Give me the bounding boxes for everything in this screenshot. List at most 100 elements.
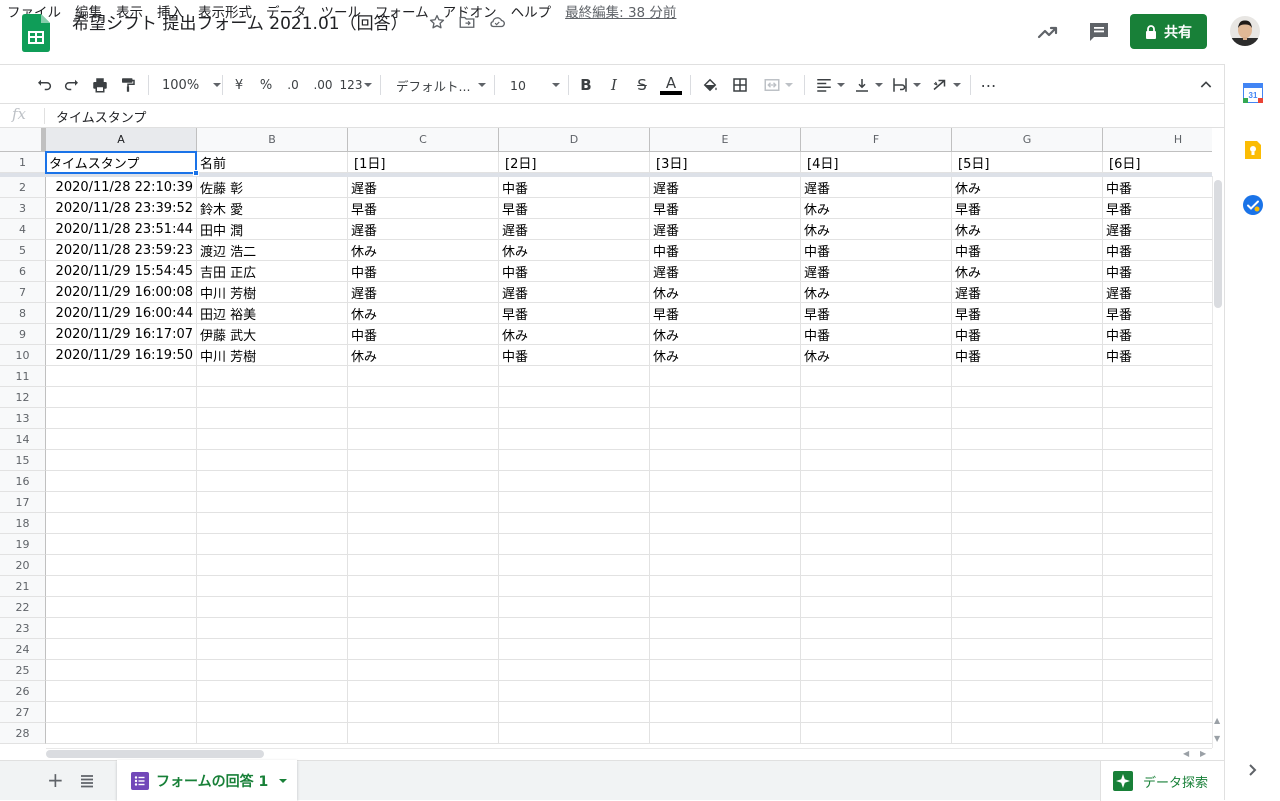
row-header-7[interactable]: 7 — [0, 282, 46, 303]
row-header-23[interactable]: 23 — [0, 618, 46, 639]
cell-e22[interactable] — [650, 597, 801, 618]
cell-e23[interactable] — [650, 618, 801, 639]
cell-a14[interactable] — [46, 429, 197, 450]
column-header-f[interactable]: F — [801, 128, 952, 152]
column-header-h[interactable]: H — [1103, 128, 1212, 152]
add-sheet-button[interactable]: + — [47, 769, 64, 791]
cell-g17[interactable] — [952, 492, 1103, 513]
cell-h13[interactable] — [1103, 408, 1212, 429]
cell-d20[interactable] — [499, 555, 650, 576]
cell-f23[interactable] — [801, 618, 952, 639]
cell-g22[interactable] — [952, 597, 1103, 618]
cell-e24[interactable] — [650, 639, 801, 660]
decrease-decimal-button[interactable]: .0 — [282, 73, 304, 97]
cell-c25[interactable] — [348, 660, 499, 681]
select-all-corner[interactable] — [0, 128, 46, 152]
scroll-down-arrow-icon[interactable]: ▼ — [1214, 734, 1220, 743]
row-header-16[interactable]: 16 — [0, 471, 46, 492]
menu-help[interactable]: ヘルプ — [504, 0, 559, 23]
cell-d10[interactable]: 中番 — [499, 345, 650, 366]
cell-c2[interactable]: 遅番 — [348, 177, 499, 198]
zoom-select[interactable]: 100% — [158, 73, 222, 97]
cell-g11[interactable] — [952, 366, 1103, 387]
cell-g16[interactable] — [952, 471, 1103, 492]
cell-c13[interactable] — [348, 408, 499, 429]
cell-e9[interactable]: 休み — [650, 324, 801, 345]
cell-b18[interactable] — [197, 513, 348, 534]
cell-h9[interactable]: 中番 — [1103, 324, 1212, 345]
row-header-11[interactable]: 11 — [0, 366, 46, 387]
cell-h27[interactable] — [1103, 702, 1212, 723]
cell-e8[interactable]: 早番 — [650, 303, 801, 324]
scroll-right-arrow-icon[interactable]: ▶ — [1200, 749, 1206, 758]
cell-b21[interactable] — [197, 576, 348, 597]
row-header-17[interactable]: 17 — [0, 492, 46, 513]
cell-a21[interactable] — [46, 576, 197, 597]
cell-h19[interactable] — [1103, 534, 1212, 555]
cell-a13[interactable] — [46, 408, 197, 429]
cell-h28[interactable] — [1103, 723, 1212, 744]
cell-b23[interactable] — [197, 618, 348, 639]
cell-a3[interactable]: 2020/11/28 23:39:52 — [46, 198, 197, 219]
cell-e26[interactable] — [650, 681, 801, 702]
cell-b22[interactable] — [197, 597, 348, 618]
cell-a2[interactable]: 2020/11/28 22:10:39 — [46, 177, 197, 198]
cell-b5[interactable]: 渡辺 浩二 — [197, 240, 348, 261]
cell-f5[interactable]: 中番 — [801, 240, 952, 261]
cell-b13[interactable] — [197, 408, 348, 429]
account-avatar[interactable] — [1230, 16, 1260, 46]
cell-c28[interactable] — [348, 723, 499, 744]
text-color-icon[interactable]: A — [660, 73, 682, 97]
cell-c10[interactable]: 休み — [348, 345, 499, 366]
cell-c18[interactable] — [348, 513, 499, 534]
tasks-icon[interactable] — [1243, 195, 1263, 219]
cell-h8[interactable]: 早番 — [1103, 303, 1212, 324]
cell-c11[interactable] — [348, 366, 499, 387]
cell-h2[interactable]: 中番 — [1103, 177, 1212, 198]
cell-f1[interactable]: [4日] — [801, 152, 952, 173]
vertical-align-icon[interactable] — [852, 73, 884, 97]
merge-cells-icon[interactable] — [760, 73, 796, 97]
cell-d6[interactable]: 中番 — [499, 261, 650, 282]
fill-color-icon[interactable] — [700, 73, 720, 97]
row-header-3[interactable]: 3 — [0, 198, 46, 219]
calendar-icon[interactable]: 31 — [1242, 82, 1264, 107]
cell-h24[interactable] — [1103, 639, 1212, 660]
cell-h14[interactable] — [1103, 429, 1212, 450]
bold-icon[interactable]: B — [576, 73, 596, 97]
cell-b12[interactable] — [197, 387, 348, 408]
cell-d13[interactable] — [499, 408, 650, 429]
cell-h1[interactable]: [6日] — [1103, 152, 1212, 173]
cell-a19[interactable] — [46, 534, 197, 555]
cell-e4[interactable]: 遅番 — [650, 219, 801, 240]
cell-b3[interactable]: 鈴木 愛 — [197, 198, 348, 219]
row-header-8[interactable]: 8 — [0, 303, 46, 324]
cloud-saved-icon[interactable] — [488, 13, 506, 31]
cell-b27[interactable] — [197, 702, 348, 723]
cell-f3[interactable]: 休み — [801, 198, 952, 219]
column-header-e[interactable]: E — [650, 128, 801, 152]
cell-b14[interactable] — [197, 429, 348, 450]
cell-f2[interactable]: 遅番 — [801, 177, 952, 198]
print-icon[interactable] — [90, 73, 110, 97]
cell-h10[interactable]: 中番 — [1103, 345, 1212, 366]
row-header-22[interactable]: 22 — [0, 597, 46, 618]
cell-e7[interactable]: 休み — [650, 282, 801, 303]
cell-a8[interactable]: 2020/11/29 16:00:44 — [46, 303, 197, 324]
cell-c22[interactable] — [348, 597, 499, 618]
cell-c15[interactable] — [348, 450, 499, 471]
cell-b6[interactable]: 吉田 正広 — [197, 261, 348, 282]
cell-a9[interactable]: 2020/11/29 16:17:07 — [46, 324, 197, 345]
scroll-up-arrow-icon[interactable]: ▲ — [1214, 716, 1220, 725]
cell-c24[interactable] — [348, 639, 499, 660]
cell-e19[interactable] — [650, 534, 801, 555]
cell-g12[interactable] — [952, 387, 1103, 408]
cell-d1[interactable]: [2日] — [499, 152, 650, 173]
percent-format-button[interactable]: % — [257, 73, 275, 97]
cell-h23[interactable] — [1103, 618, 1212, 639]
row-header-12[interactable]: 12 — [0, 387, 46, 408]
cell-c16[interactable] — [348, 471, 499, 492]
cell-f7[interactable]: 休み — [801, 282, 952, 303]
cell-b24[interactable] — [197, 639, 348, 660]
cell-h18[interactable] — [1103, 513, 1212, 534]
